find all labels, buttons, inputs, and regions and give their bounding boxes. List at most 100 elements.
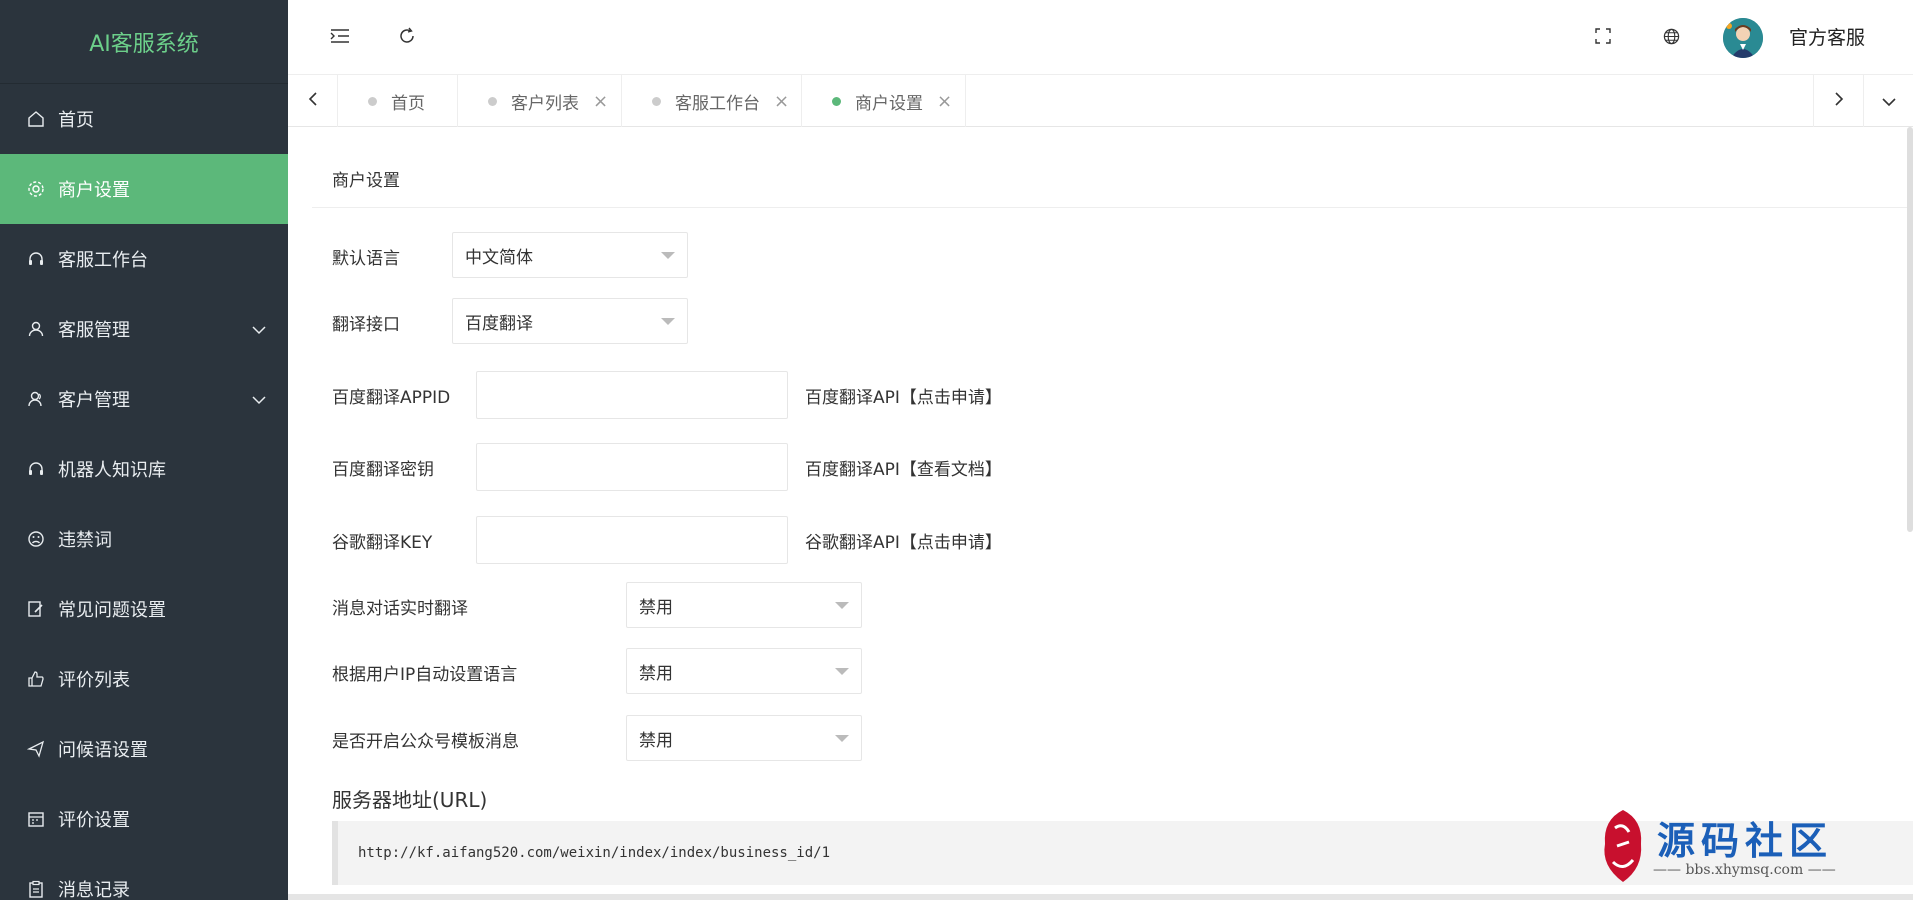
close-icon[interactable]: ×	[937, 91, 952, 112]
calendar-icon	[26, 809, 46, 829]
sidebar-item-label: 客服管理	[58, 316, 130, 342]
watermark: 源码社区 —— bbs.xhymsq.com ——	[1595, 806, 1895, 888]
frown-icon	[26, 529, 46, 549]
home-icon	[26, 109, 46, 129]
card-title: 商户设置	[312, 150, 1913, 208]
sidebar-item-label: 首页	[58, 106, 94, 132]
users-icon	[26, 389, 46, 409]
sidebar-item-agent-workbench[interactable]: 客服工作台	[0, 224, 288, 294]
auto-language-ip-select[interactable]: 禁用	[626, 648, 862, 694]
tab-dot	[488, 97, 497, 106]
tabs-scroll-left-button[interactable]	[288, 75, 338, 127]
baidu-secret-input[interactable]	[476, 443, 788, 491]
sidebar-item-label: 消息记录	[58, 876, 130, 902]
google-apply-link[interactable]: 谷歌翻译API【点击申请】	[805, 528, 1002, 553]
tab-merchant-settings[interactable]: 商户设置 ×	[802, 75, 966, 127]
select-value: 百度翻译	[465, 309, 533, 334]
language-button[interactable]	[1655, 22, 1687, 54]
tab-home[interactable]: 首页	[338, 75, 458, 127]
template-message-label: 是否开启公众号模板消息	[332, 727, 519, 752]
horizontal-scrollbar[interactable]	[288, 894, 1913, 900]
close-icon[interactable]: ×	[593, 91, 608, 112]
sidebar-item-label: 客服工作台	[58, 246, 148, 272]
chevron-right-icon	[1834, 91, 1844, 111]
sidebar-item-merchant-settings[interactable]: 商户设置	[0, 154, 288, 224]
sidebar-item-robot-knowledge[interactable]: 机器人知识库	[0, 434, 288, 504]
fullscreen-button[interactable]	[1587, 22, 1619, 54]
baidu-appid-apply-link[interactable]: 百度翻译API【点击申请】	[805, 383, 1002, 408]
page-tabs: 首页 客户列表 × 客服工作台 × 商户设置 ×	[288, 75, 1913, 127]
sidebar-item-agent-management[interactable]: 客服管理	[0, 294, 288, 364]
clipboard-icon	[26, 879, 46, 899]
tab-customer-list[interactable]: 客户列表 ×	[458, 75, 622, 127]
app-logo[interactable]: AI客服系统	[0, 0, 288, 84]
tab-label: 客户列表	[511, 89, 579, 114]
tab-agent-workbench[interactable]: 客服工作台 ×	[622, 75, 802, 127]
baidu-docs-link[interactable]: 百度翻译API【查看文档】	[805, 455, 1002, 480]
sidebar-item-faq-settings[interactable]: 常见问题设置	[0, 574, 288, 644]
chevron-down-icon	[252, 389, 266, 410]
select-value: 禁用	[639, 726, 673, 751]
default-language-select[interactable]: 中文简体	[452, 232, 688, 278]
tabs-scroll-right-button[interactable]	[1813, 75, 1863, 127]
sidebar-item-banned-words[interactable]: 违禁词	[0, 504, 288, 574]
tab-dot	[832, 97, 841, 106]
edit-icon	[26, 599, 46, 619]
google-key-input[interactable]	[476, 516, 788, 564]
user-name[interactable]: 官方客服	[1789, 23, 1865, 50]
top-header: 官方客服	[288, 0, 1913, 75]
close-icon[interactable]: ×	[774, 91, 789, 112]
fullscreen-icon	[1595, 28, 1611, 48]
collapse-menu-button[interactable]	[324, 22, 356, 54]
template-message-select[interactable]: 禁用	[626, 715, 862, 761]
sidebar-item-message-records[interactable]: 消息记录	[0, 854, 288, 924]
sidebar-item-review-list[interactable]: 评价列表	[0, 644, 288, 714]
baidu-appid-label: 百度翻译APPID	[332, 383, 450, 408]
caret-down-icon	[835, 668, 849, 675]
sidebar-item-home[interactable]: 首页	[0, 84, 288, 154]
send-icon	[26, 739, 46, 759]
sidebar-item-label: 机器人知识库	[58, 456, 166, 482]
baidu-secret-label: 百度翻译密钥	[332, 455, 434, 480]
seal-logo	[1595, 806, 1651, 886]
realtime-translate-label: 消息对话实时翻译	[332, 594, 468, 619]
user-icon	[26, 319, 46, 339]
tab-label: 客服工作台	[675, 89, 760, 114]
translate-api-select[interactable]: 百度翻译	[452, 298, 688, 344]
chevron-down-icon	[1881, 92, 1897, 111]
realtime-translate-select[interactable]: 禁用	[626, 582, 862, 628]
sidebar-item-label: 常见问题设置	[58, 596, 166, 622]
watermark-text: 源码社区	[1657, 810, 1833, 865]
tab-dot	[652, 97, 661, 106]
vertical-scrollbar[interactable]	[1907, 127, 1913, 532]
globe-icon	[1663, 28, 1680, 49]
caret-down-icon	[835, 735, 849, 742]
tab-label: 首页	[391, 89, 425, 114]
gear-icon	[26, 179, 46, 199]
google-key-label: 谷歌翻译KEY	[332, 528, 432, 553]
chevron-left-icon	[308, 91, 318, 111]
server-url-title: 服务器地址(URL)	[332, 784, 487, 813]
sidebar-item-customer-management[interactable]: 客户管理	[0, 364, 288, 434]
sidebar-item-greeting-settings[interactable]: 问候语设置	[0, 714, 288, 784]
sidebar-item-label: 问候语设置	[58, 736, 148, 762]
sidebar-item-label: 评价设置	[58, 806, 130, 832]
chevron-down-icon	[252, 319, 266, 340]
server-url-text: http://kf.aifang520.com/weixin/index/ind…	[358, 845, 830, 861]
caret-down-icon	[835, 602, 849, 609]
tabs-menu-button[interactable]	[1863, 75, 1913, 127]
avatar[interactable]	[1723, 18, 1763, 58]
baidu-appid-input[interactable]	[476, 371, 788, 419]
caret-down-icon	[661, 318, 675, 325]
select-value: 禁用	[639, 659, 673, 684]
sidebar-item-review-settings[interactable]: 评价设置	[0, 784, 288, 854]
sidebar-item-label: 商户设置	[58, 176, 130, 202]
translate-api-label: 翻译接口	[332, 310, 400, 335]
refresh-button[interactable]	[391, 22, 423, 54]
menu-fold-icon	[330, 28, 350, 48]
watermark-site: —— bbs.xhymsq.com ——	[1653, 862, 1836, 878]
headset-icon	[26, 459, 46, 479]
tab-dot	[368, 97, 377, 106]
sidebar: AI客服系统 首页 商户设置 客服工作台 客服管理 客户管理 机器人知识库 违禁…	[0, 0, 288, 900]
caret-down-icon	[661, 252, 675, 259]
